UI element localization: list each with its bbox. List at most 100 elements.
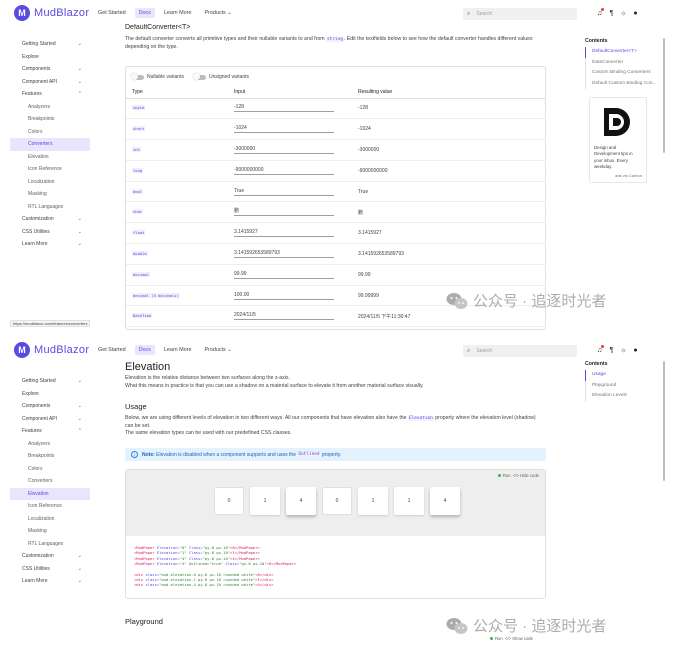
sidebar-item-getting-started[interactable]: Getting Started ⌄ (10, 38, 90, 51)
sidebar-item-icon-reference[interactable]: Icon Reference (10, 163, 90, 176)
sidebar-item-features[interactable]: Features ⌃ (10, 425, 90, 438)
sidebar-item-component-api[interactable]: Component API ⌄ (10, 76, 90, 89)
sidebar-item-analyzers[interactable]: Analyzers (10, 438, 90, 451)
toc-scrollbar[interactable] (663, 38, 665, 153)
sidebar-item-breakpoints[interactable]: Breakpoints (10, 113, 90, 126)
value-input[interactable]: 99.99 (234, 271, 334, 279)
github-icon[interactable]: ● (630, 7, 641, 19)
show-code-button[interactable]: Show code (512, 636, 533, 641)
toc-item[interactable]: Default Custom Binding Con... (585, 78, 665, 89)
value-input[interactable]: -3000000 (234, 146, 334, 154)
search-icon: ⌕ (467, 10, 471, 17)
run-button[interactable]: Run (503, 473, 511, 478)
cell-type: char (126, 201, 234, 224)
sidebar-item-explore[interactable]: Explore (10, 51, 90, 64)
sidebar-item-components[interactable]: Components ⌄ (10, 63, 90, 76)
toc-item[interactable]: Usage (585, 370, 665, 381)
light-mode-icon[interactable]: ☼ (618, 344, 629, 356)
sidebar-item-components[interactable]: Components ⌄ (10, 400, 90, 413)
sidebar-item-css-utilities[interactable]: CSS Utilities ⌄ (10, 563, 90, 576)
sidebar-item-learn-more[interactable]: Learn More ⌄ (10, 238, 90, 251)
sidebar-item-colors[interactable]: Colors (10, 463, 90, 476)
value-input[interactable]: 3.1415927 (234, 229, 334, 238)
toc-item[interactable]: DefaultConverter<T> (585, 47, 665, 58)
nullable-switch[interactable]: Nullable variants (131, 73, 184, 80)
value-input[interactable]: 鹏 (234, 208, 334, 217)
sidebar-item-component-api[interactable]: Component API ⌄ (10, 413, 90, 426)
sidebar-item-rtl-languages[interactable]: RTL Languages (10, 538, 90, 551)
sidebar-item-masking[interactable]: Masking (10, 188, 90, 201)
sidebar-item-label: Analyzers (28, 103, 50, 110)
playground-run-button[interactable]: Run (495, 636, 503, 641)
nav-products[interactable]: Products ⌄ (200, 8, 235, 18)
toc-item[interactable]: DateConverter (585, 57, 665, 68)
value-input[interactable]: True (234, 188, 334, 196)
github-icon[interactable]: ● (630, 344, 641, 356)
search-input[interactable]: ⌕ Search (463, 8, 577, 20)
nav-get-started[interactable]: Get Started (94, 8, 130, 18)
rtl-toggle-icon[interactable]: ¶ (606, 7, 617, 19)
chevron-down-icon: ⌄ (77, 565, 82, 572)
sidebar-item-colors[interactable]: Colors (10, 126, 90, 139)
sidebar-item-customization[interactable]: Customization ⌄ (10, 550, 90, 563)
sidebar-item-css-utilities[interactable]: CSS Utilities ⌄ (10, 226, 90, 239)
light-mode-icon[interactable]: ☼ (618, 7, 629, 19)
sidebar-item-explore[interactable]: Explore (10, 388, 90, 401)
code-string: "py-8 px-10" (202, 555, 231, 561)
cell-type: int (126, 139, 234, 161)
toc-item[interactable]: Playground (585, 380, 665, 391)
sidebar-item-localization[interactable]: Localization (10, 176, 90, 189)
sidebar-item-icon-reference[interactable]: Icon Reference (10, 500, 90, 513)
sidebar-item-masking[interactable]: Masking (10, 525, 90, 538)
sidebar-item-getting-started[interactable]: Getting Started ⌄ (10, 375, 90, 388)
value-input[interactable]: -1024 (234, 125, 334, 134)
nav-products-2[interactable]: Products ⌄ (200, 345, 235, 355)
sidebar-item-elevation[interactable]: Elevation (10, 151, 90, 164)
value-input[interactable]: 3.141592653589793 (234, 250, 334, 258)
search-input-2[interactable]: ⌕ Search (463, 345, 577, 357)
sidebar-item-converters[interactable]: Converters (10, 475, 90, 488)
value-input[interactable]: -128 (234, 104, 334, 113)
ad-via[interactable]: ads via Carbon (594, 173, 642, 178)
app-bar-2: M MudBlazor Get Started Docs Learn More … (0, 337, 681, 363)
code-string: "mud-elevation-1 py-8 px-10 rounded whit… (159, 577, 256, 583)
toc-scrollbar-2[interactable] (663, 361, 665, 481)
value-input[interactable]: 2024/11/5 (234, 312, 334, 321)
cell-type: bool (126, 181, 234, 203)
value-input[interactable]: 100.00 (234, 292, 334, 300)
nav-get-started-2[interactable]: Get Started (94, 345, 130, 355)
sidebar-item-breakpoints[interactable]: Breakpoints (10, 450, 90, 463)
nav-learn-more-2[interactable]: Learn More (160, 345, 196, 355)
table-row: short -1024 -1024 (126, 118, 545, 141)
notification-bell-icon[interactable]: ♫ (594, 7, 605, 19)
nav-docs[interactable]: Docs (134, 8, 155, 18)
cell-type: DateTime (126, 305, 234, 328)
logo-2[interactable]: M MudBlazor (14, 342, 94, 358)
sidebar-item-customization[interactable]: Customization ⌄ (10, 213, 90, 226)
cell-input: 3.1415927 (234, 222, 358, 245)
carbon-ad[interactable]: Design and Development tips in your inbo… (589, 97, 647, 183)
toc-item[interactable]: Elevation Levels (585, 391, 665, 402)
watermark-text: 公众号 · 追逐时光者 (473, 293, 607, 310)
unsigned-switch[interactable]: Unsigned variants (192, 73, 249, 80)
value-input[interactable]: -9000000000 (234, 167, 334, 175)
sidebar-item-rtl-languages[interactable]: RTL Languages (10, 201, 90, 214)
sidebar-item-learn-more[interactable]: Learn More ⌄ (10, 575, 90, 588)
sidebar-item-features[interactable]: Features ⌃ (10, 88, 90, 101)
hide-code-button[interactable]: Hide code (520, 473, 539, 478)
sidebar-item-elevation[interactable]: Elevation (10, 487, 90, 500)
logo[interactable]: M MudBlazor (14, 5, 94, 21)
notification-bell-icon[interactable]: ♫ (594, 344, 605, 356)
sidebar-nav-2: Getting Started ⌄ Explore Components ⌄ Compon… (10, 375, 90, 588)
cell-type: decimal (5 decimals) (126, 285, 234, 307)
code-string: "mud-elevation-4 py-8 px-10 rounded whit… (159, 582, 256, 588)
paper-elevation-4: 4 (286, 487, 316, 515)
code-tag-end: >0</MudPaper> (266, 561, 297, 567)
sidebar-item-localization[interactable]: Localization (10, 513, 90, 526)
sidebar-item-converters[interactable]: Converters (10, 138, 90, 151)
toc-item[interactable]: Custom Binding Converters (585, 68, 665, 79)
nav-learn-more[interactable]: Learn More (160, 8, 196, 18)
nav-docs-2[interactable]: Docs (134, 345, 155, 355)
rtl-toggle-icon[interactable]: ¶ (606, 344, 617, 356)
sidebar-item-analyzers[interactable]: Analyzers (10, 101, 90, 114)
